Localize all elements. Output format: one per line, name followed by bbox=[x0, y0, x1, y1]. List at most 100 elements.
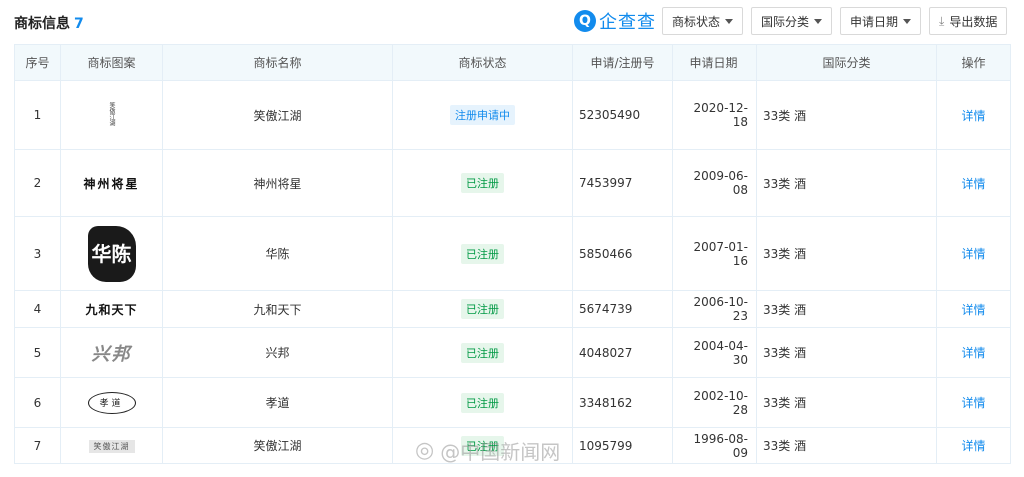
record-count: 7 bbox=[74, 16, 84, 32]
status-badge: 已注册 bbox=[461, 299, 504, 319]
intl-class: 33类 酒 bbox=[756, 149, 937, 217]
col-header-op: 操作 bbox=[936, 44, 1011, 81]
section-title-text: 商标信息 bbox=[14, 16, 70, 32]
caret-down-icon bbox=[814, 18, 823, 24]
table-row: 5 兴邦 兴邦 已注册 4048027 2004-04-30 33类 酒 详情 bbox=[14, 327, 1011, 378]
trademark-name: 华陈 bbox=[162, 216, 393, 291]
trademark-logo: 笑傲江湖 bbox=[108, 101, 115, 126]
export-button[interactable]: ⤓ 导出数据 bbox=[929, 7, 1008, 35]
table-row: 3 华陈 华陈 已注册 5850466 2007-01-16 33类 酒 详情 bbox=[14, 216, 1011, 291]
col-header-pic: 商标图案 bbox=[60, 44, 163, 81]
row-num: 2 bbox=[14, 149, 61, 217]
op-cell: 详情 bbox=[936, 427, 1011, 464]
reg-number: 52305490 bbox=[572, 80, 673, 150]
row-num: 7 bbox=[14, 427, 61, 464]
col-header-cls: 国际分类 bbox=[756, 44, 937, 81]
op-cell: 详情 bbox=[936, 377, 1011, 428]
status-badge: 已注册 bbox=[461, 392, 504, 413]
intl-class: 33类 酒 bbox=[756, 290, 937, 328]
qcc-logo-icon: Q bbox=[574, 10, 596, 32]
col-header-date: 申请日期 bbox=[672, 44, 757, 81]
apply-date: 2020-12-18 bbox=[672, 80, 757, 150]
trademark-logo: 笑傲江湖 bbox=[88, 440, 135, 453]
status-badge: 已注册 bbox=[461, 342, 504, 363]
table-row: 1 笑傲江湖 笑傲江湖 注册申请中 52305490 2020-12-18 33… bbox=[14, 80, 1011, 150]
trademark-image: 孝道 bbox=[60, 377, 163, 428]
table-row: 7 笑傲江湖 笑傲江湖 已注册 1095799 1996-08-09 33类 酒… bbox=[14, 427, 1011, 464]
op-cell: 详情 bbox=[936, 216, 1011, 291]
apply-date: 2007-01-16 bbox=[672, 216, 757, 291]
trademark-logo: 兴邦 bbox=[91, 343, 132, 365]
trademark-name: 笑傲江湖 bbox=[162, 427, 393, 464]
status-cell: 已注册 bbox=[392, 290, 573, 328]
section-header: 商标信息 7 Q 企查查 商标状态 国际分类 申请日期 ⤓ 导出数据 bbox=[0, 0, 1024, 44]
brand-name: 企查查 bbox=[599, 12, 656, 33]
intl-class: 33类 酒 bbox=[756, 377, 937, 428]
status-cell: 已注册 bbox=[392, 327, 573, 378]
export-label: 导出数据 bbox=[949, 14, 998, 29]
download-icon: ⤓ bbox=[939, 13, 945, 28]
detail-link[interactable]: 详情 bbox=[961, 109, 985, 123]
status-cell: 已注册 bbox=[392, 377, 573, 428]
class-filter-dropdown[interactable]: 国际分类 bbox=[751, 7, 833, 35]
status-cell: 已注册 bbox=[392, 216, 573, 291]
status-badge: 已注册 bbox=[461, 173, 504, 193]
detail-link[interactable]: 详情 bbox=[961, 247, 985, 261]
intl-class: 33类 酒 bbox=[756, 427, 937, 464]
apply-date: 1996-08-09 bbox=[672, 427, 757, 464]
trademark-logo: 孝道 bbox=[87, 391, 136, 414]
row-num: 1 bbox=[14, 80, 61, 150]
reg-number: 4048027 bbox=[572, 327, 673, 378]
caret-down-icon bbox=[725, 18, 734, 24]
reg-number: 5850466 bbox=[572, 216, 673, 291]
apply-date: 2002-10-28 bbox=[672, 377, 757, 428]
detail-link[interactable]: 详情 bbox=[961, 346, 985, 360]
detail-link[interactable]: 详情 bbox=[961, 439, 985, 453]
op-cell: 详情 bbox=[936, 290, 1011, 328]
detail-link[interactable]: 详情 bbox=[961, 177, 985, 191]
reg-number: 7453997 bbox=[572, 149, 673, 217]
row-num: 4 bbox=[14, 290, 61, 328]
trademark-image: 兴邦 bbox=[60, 327, 163, 378]
trademark-image: 笑傲江湖 bbox=[60, 427, 163, 464]
trademark-image: 笑傲江湖 bbox=[60, 80, 163, 150]
trademark-image: 华陈 bbox=[60, 216, 163, 291]
caret-down-icon bbox=[903, 18, 912, 24]
row-num: 6 bbox=[14, 377, 61, 428]
trademark-logo: 九和天下 bbox=[85, 302, 138, 317]
trademark-name: 神州将星 bbox=[162, 149, 393, 217]
trademark-name: 孝道 bbox=[162, 377, 393, 428]
trademark-image: 神州将星 bbox=[60, 149, 163, 217]
col-header-num: 序号 bbox=[14, 44, 61, 81]
date-filter-dropdown[interactable]: 申请日期 bbox=[840, 7, 922, 35]
intl-class: 33类 酒 bbox=[756, 216, 937, 291]
apply-date: 2009-06-08 bbox=[672, 149, 757, 217]
status-filter-label: 商标状态 bbox=[672, 14, 721, 29]
row-num: 3 bbox=[14, 216, 61, 291]
detail-link[interactable]: 详情 bbox=[961, 303, 985, 317]
intl-class: 33类 酒 bbox=[756, 327, 937, 378]
status-cell: 注册申请中 bbox=[392, 80, 573, 150]
class-filter-label: 国际分类 bbox=[761, 14, 810, 29]
op-cell: 详情 bbox=[936, 80, 1011, 150]
section-title: 商标信息 7 bbox=[14, 13, 84, 33]
status-badge: 已注册 bbox=[461, 243, 504, 264]
reg-number: 3348162 bbox=[572, 377, 673, 428]
trademark-logo: 神州将星 bbox=[83, 176, 140, 191]
apply-date: 2006-10-23 bbox=[672, 290, 757, 328]
filter-toolbar: 商标状态 国际分类 申请日期 ⤓ 导出数据 bbox=[662, 7, 1008, 35]
status-filter-dropdown[interactable]: 商标状态 bbox=[662, 7, 744, 35]
table-row: 6 孝道 孝道 已注册 3348162 2002-10-28 33类 酒 详情 bbox=[14, 377, 1011, 428]
brand-logo: Q 企查查 bbox=[574, 9, 656, 33]
table-header-row: 序号 商标图案 商标名称 商标状态 申请/注册号 申请日期 国际分类 操作 bbox=[14, 44, 1011, 81]
trademark-table: 序号 商标图案 商标名称 商标状态 申请/注册号 申请日期 国际分类 操作 1 … bbox=[14, 44, 1011, 464]
trademark-name: 笑傲江湖 bbox=[162, 80, 393, 150]
date-filter-label: 申请日期 bbox=[850, 14, 899, 29]
detail-link[interactable]: 详情 bbox=[961, 396, 985, 410]
reg-number: 1095799 bbox=[572, 427, 673, 464]
apply-date: 2004-04-30 bbox=[672, 327, 757, 378]
trademark-logo: 华陈 bbox=[87, 225, 136, 282]
col-header-name: 商标名称 bbox=[162, 44, 393, 81]
trademark-name: 九和天下 bbox=[162, 290, 393, 328]
col-header-reg: 申请/注册号 bbox=[572, 44, 673, 81]
